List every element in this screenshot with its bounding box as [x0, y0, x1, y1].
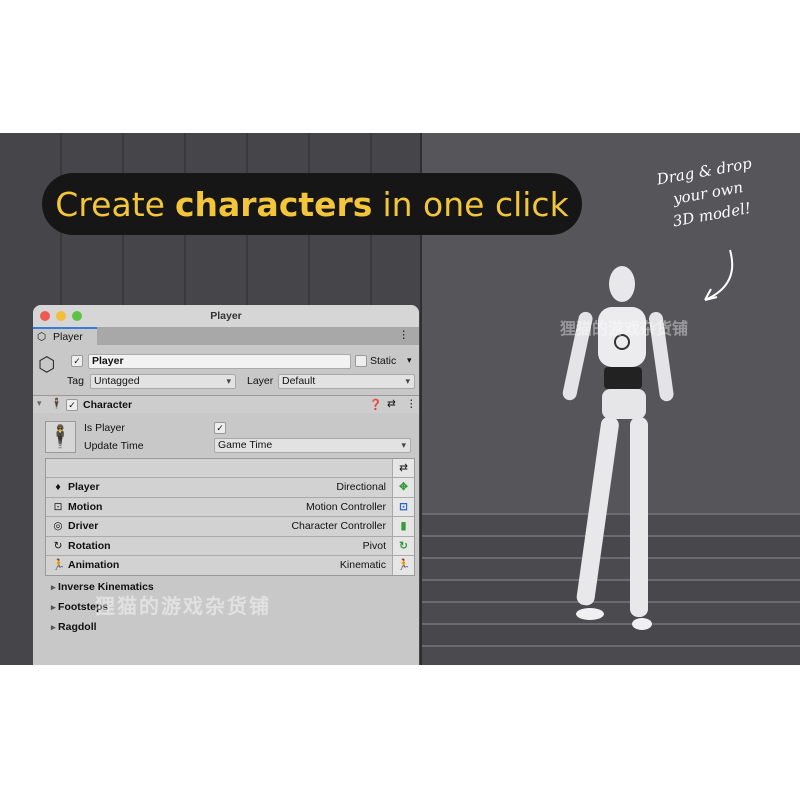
watermark: 狸猫的游戏杂货铺	[560, 321, 689, 338]
kernel-name: Driver	[68, 520, 99, 532]
kernel-value: Motion Controller	[306, 500, 386, 513]
minimize-button[interactable]	[56, 311, 66, 321]
character-avatar-icon: 🕴	[45, 421, 76, 453]
foldout-arrow-icon[interactable]: ▾	[37, 398, 42, 409]
settings-sliders-icon[interactable]: ⇄	[387, 398, 396, 410]
tag-dropdown[interactable]: Untagged	[90, 374, 236, 389]
component-title: Character	[83, 399, 133, 411]
update-time-value: Game Time	[218, 439, 273, 451]
kinematic-icon[interactable]: 🏃	[392, 556, 414, 575]
layer-label: Layer	[247, 375, 274, 387]
headline-banner: Create characters in one click	[42, 173, 582, 235]
pivot-icon[interactable]: ↻	[392, 536, 414, 555]
kernel-row-player[interactable]: ♦ Player Directional ✥	[46, 477, 414, 497]
component-menu-icon[interactable]: ⋮	[406, 398, 417, 410]
update-time-label: Update Time	[84, 440, 144, 452]
tag-value: Untagged	[94, 375, 140, 387]
kernel-row-animation[interactable]: 🏃 Animation Kinematic 🏃	[46, 555, 414, 575]
help-icon[interactable]: ❓	[369, 398, 382, 411]
tab-bar: ⬡ Player ⋮	[33, 327, 419, 345]
active-checkbox[interactable]: ✓	[71, 355, 83, 367]
name-input[interactable]: Player	[88, 354, 351, 369]
maximize-button[interactable]	[72, 311, 82, 321]
kernel-name: Motion	[68, 500, 103, 513]
headline-suffix: in one click	[382, 184, 569, 224]
title-bar[interactable]: Player	[33, 305, 419, 327]
cube-icon: ⬡	[37, 331, 47, 343]
gameobject-cube-icon: ⬡	[38, 354, 56, 376]
kernel-value: Directional	[336, 481, 386, 493]
kernel-value: Character Controller	[291, 520, 386, 532]
tab-player[interactable]: ⬡ Player	[33, 327, 97, 345]
tab-label: Player	[53, 331, 83, 343]
diamond-icon: ♦	[55, 481, 61, 493]
kernel-name: Rotation	[68, 539, 111, 552]
static-dropdown-icon[interactable]: ▾	[407, 355, 412, 366]
is-player-checkbox[interactable]: ✓	[214, 422, 226, 434]
kernel-name: Animation	[68, 559, 120, 571]
close-button[interactable]	[40, 311, 50, 321]
kernel-row-driver[interactable]: ◎ Driver Character Controller ▮	[46, 516, 414, 536]
layer-dropdown[interactable]: Default	[278, 374, 415, 389]
window-title: Player	[210, 310, 242, 322]
watermark: 狸猫的游戏杂货铺	[95, 596, 271, 618]
more-icon[interactable]: ⋮	[399, 329, 410, 341]
headline-prefix: Create	[55, 184, 165, 224]
motion-controller-icon[interactable]: ⊡	[392, 497, 414, 516]
layer-value: Default	[282, 375, 316, 387]
character-small-icon: 🕴	[50, 398, 64, 410]
kernel-value: Kinematic	[339, 559, 386, 571]
static-label: Static	[370, 355, 397, 367]
arrow-icon	[704, 249, 734, 301]
is-player-label: Is Player	[84, 422, 125, 434]
static-checkbox[interactable]	[355, 355, 367, 367]
running-icon: 🏃	[52, 559, 66, 571]
component-header[interactable]: ▾ 🕴 ✓ Character ❓ ⇄ ⋮	[33, 395, 419, 413]
section-ragdoll[interactable]: Ragdoll	[51, 621, 97, 633]
kernel-name: Player	[68, 481, 100, 493]
kernel-row-rotation[interactable]: ↻ Rotation Pivot ↻	[46, 535, 414, 555]
capsule-icon[interactable]: ▮	[392, 517, 414, 536]
directional-icon[interactable]: ✥	[392, 478, 414, 497]
kernel-list-header: ⇄	[46, 459, 414, 477]
rotate-icon: ↻	[53, 539, 63, 552]
kernel-row-motion[interactable]: ⊡ Motion Motion Controller ⊡	[46, 496, 414, 516]
wheel-icon: ◎	[53, 520, 63, 532]
chip-icon: ⊡	[53, 500, 63, 513]
component-enabled-checkbox[interactable]: ✓	[66, 399, 78, 411]
headline-bold: characters	[174, 184, 373, 224]
kernel-list: ⇄ ♦ Player Directional ✥ ⊡ Motion Motion Cont…	[45, 458, 415, 576]
update-time-dropdown[interactable]: Game Time	[214, 438, 411, 453]
tag-label: Tag	[67, 375, 84, 387]
kernel-value: Pivot	[362, 539, 386, 552]
sliders-icon[interactable]: ⇄	[392, 459, 414, 477]
